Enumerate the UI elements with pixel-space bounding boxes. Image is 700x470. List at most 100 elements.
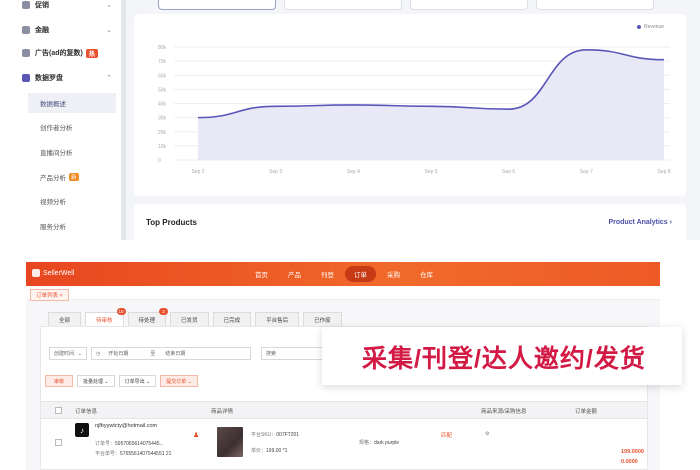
end-date-placeholder: 结束日期: [165, 351, 186, 357]
nav-item-home[interactable]: 首页: [246, 266, 277, 282]
start-date-placeholder: 开始日期: [108, 351, 129, 357]
sidebar-subitem-label: 服务分析: [40, 224, 66, 231]
chevron-down-icon: ⌄: [106, 27, 112, 34]
new-badge: 新: [69, 173, 79, 181]
metric-card[interactable]: [536, 0, 654, 10]
sidebar-item-promotion[interactable]: 促销 ⌄: [22, 0, 118, 14]
order-table-header: 订单信息 商品详情 商品来源/采购信息 订单金额: [41, 401, 647, 419]
tab-label: 已发货: [181, 317, 198, 324]
y-tick-label: 10k: [158, 144, 167, 150]
filter-row: 创建时间 ⌄ ◷ 开始日期 至 结束日期 搜索: [49, 347, 323, 360]
submit-orders-button[interactable]: 提交订单 ⌄: [160, 375, 198, 387]
gear-icon[interactable]: ⚙: [485, 431, 489, 437]
header-product-detail: 商品详情: [211, 409, 234, 415]
x-tick-label: Sep 5: [424, 169, 437, 175]
sidebar-subitem-creator[interactable]: 创作者分析: [28, 117, 116, 137]
metric-card[interactable]: [158, 0, 276, 10]
tab-shipped[interactable]: 已发货: [170, 312, 209, 326]
order-amount: 199.0000: [621, 449, 644, 455]
chevron-down-icon: ⌄: [106, 2, 112, 9]
export-orders-button[interactable]: 订单导出 ⌄: [118, 375, 157, 387]
batch-process-button[interactable]: 批量处理 ⌄: [77, 375, 115, 387]
table-row: ♪ njfbyywtcty@hotmail.com ♟ 订单号：59570656…: [41, 419, 647, 470]
nav-item-listing[interactable]: 刊登: [312, 266, 343, 282]
analytics-dashboard: 促销 ⌄ 金融 ⌄ 广告(ad的复数) 热 数据罗盘 ⌃ 数据概述 创作者分析 …: [0, 0, 700, 240]
product-thumbnail[interactable]: [217, 427, 243, 457]
erp-logo[interactable]: SellerWell: [32, 269, 74, 277]
sidebar-scrollbar[interactable]: [121, 0, 126, 240]
sidebar-subitem-live[interactable]: 直播间分析: [28, 142, 116, 162]
tab-label: 待审核: [96, 317, 113, 324]
y-tick-label: 60k: [158, 73, 167, 79]
sidebar-item-data-compass[interactable]: 数据罗盘 ⌃: [22, 69, 118, 87]
sidebar-subitem-overview[interactable]: 数据概述: [28, 93, 116, 113]
tab-label: 已作废: [314, 317, 331, 324]
page-tab-order-list[interactable]: 订单列表 ×: [30, 289, 69, 301]
tab-label: 全部: [59, 317, 71, 324]
count-badge: 2: [159, 308, 169, 315]
erp-topbar: SellerWell 首页 产品 刊登 订单 采购 仓库: [26, 262, 660, 286]
product-price: 单价：199.00 *1: [251, 447, 287, 454]
kv-label: 平台单号：: [95, 451, 121, 457]
kv-value: 007FT201: [276, 432, 300, 438]
kv-value: 5765561407544551 21: [120, 451, 172, 457]
sidebar-subitem-label: 创作者分析: [40, 125, 73, 132]
nav-item-orders[interactable]: 订单: [345, 266, 376, 282]
sidebar: 促销 ⌄ 金融 ⌄ 广告(ad的复数) 热 数据罗盘 ⌃ 数据概述 创作者分析 …: [0, 0, 122, 240]
review-button[interactable]: 审核: [45, 375, 74, 387]
header-source: 商品来源/采购信息: [481, 409, 527, 415]
order-number: 订单号：5957065614075445...: [95, 440, 164, 447]
order-amount-secondary: 0.0000: [621, 459, 638, 465]
date-type-select[interactable]: 创建时间 ⌄: [49, 347, 87, 360]
sidebar-subitem-video[interactable]: 视频分析: [28, 191, 116, 211]
tab-voided[interactable]: 已作废: [303, 312, 342, 326]
nav-item-purchase[interactable]: 采购: [378, 266, 409, 282]
tab-completed[interactable]: 已完成: [212, 312, 252, 326]
sidebar-item-finance[interactable]: 金融 ⌄: [22, 21, 118, 39]
chart-icon: [22, 74, 30, 82]
y-tick-label: 0: [158, 158, 161, 164]
promotion-icon: [22, 1, 30, 9]
logo-text: SellerWell: [43, 269, 75, 277]
sidebar-subitem-service[interactable]: 服务分析: [28, 216, 116, 236]
x-tick-label: Sep 7: [580, 169, 593, 175]
search-placeholder: 搜索: [266, 351, 277, 357]
metric-card[interactable]: [284, 0, 402, 10]
y-tick-label: 80k: [158, 45, 167, 51]
nav-item-products[interactable]: 产品: [279, 266, 310, 282]
x-tick-label: Sep 2: [191, 169, 204, 175]
tab-after-sales[interactable]: 平台售后: [255, 312, 300, 326]
y-tick-label: 50k: [158, 87, 167, 93]
metric-card[interactable]: [410, 0, 528, 10]
nav-item-warehouse[interactable]: 仓库: [411, 266, 442, 282]
search-input[interactable]: 搜索: [261, 347, 323, 360]
sidebar-item-ads[interactable]: 广告(ad的复数) 热: [22, 44, 118, 62]
product-analytics-link-label: Product Analytics: [608, 219, 668, 226]
sidebar-item-label: 金融: [35, 27, 49, 34]
promo-banner: 采集/刊登/达人邀约/发货: [322, 327, 682, 385]
revenue-area-chart: 80k 70k 60k 50k 40k 30k 20k 10k 0 Sep 2 Sep 3 Sep 4…: [158, 45, 671, 175]
product-analytics-link[interactable]: Product Analytics ›: [608, 219, 672, 226]
date-range-input[interactable]: ◷ 开始日期 至 结束日期: [91, 347, 251, 360]
ads-icon: [22, 49, 30, 57]
select-all-checkbox[interactable]: [55, 407, 62, 414]
tab-pending-review[interactable]: 待审核 10: [85, 308, 126, 326]
tab-all[interactable]: 全部: [48, 312, 82, 326]
tiktok-icon: ♪: [75, 423, 89, 437]
sidebar-item-label: 数据罗盘: [35, 75, 63, 82]
chevron-right-icon: ›: [669, 219, 672, 226]
logo-icon: [32, 269, 40, 277]
erp-nav: 首页 产品 刊登 订单 采购 仓库: [246, 262, 444, 286]
sidebar-subitem-product[interactable]: 产品分析 新: [28, 167, 116, 187]
kv-value: 5957065614075445...: [115, 441, 164, 447]
y-tick-label: 40k: [158, 102, 167, 108]
product-sku: 平台SKU：007FT201: [251, 431, 299, 438]
page-tab-bar: 订单列表 ×: [26, 286, 660, 301]
match-link[interactable]: 匹配: [441, 431, 452, 439]
user-icon[interactable]: ♟: [193, 431, 199, 439]
row-checkbox[interactable]: [55, 439, 62, 446]
tab-pending-process[interactable]: 待处理 2: [127, 308, 169, 326]
action-row: 审核 批量处理 ⌄ 订单导出 ⌄ 提交订单 ⌄: [45, 375, 198, 387]
sidebar-subitem-label: 直播间分析: [40, 150, 73, 157]
y-tick-label: 30k: [158, 116, 167, 122]
